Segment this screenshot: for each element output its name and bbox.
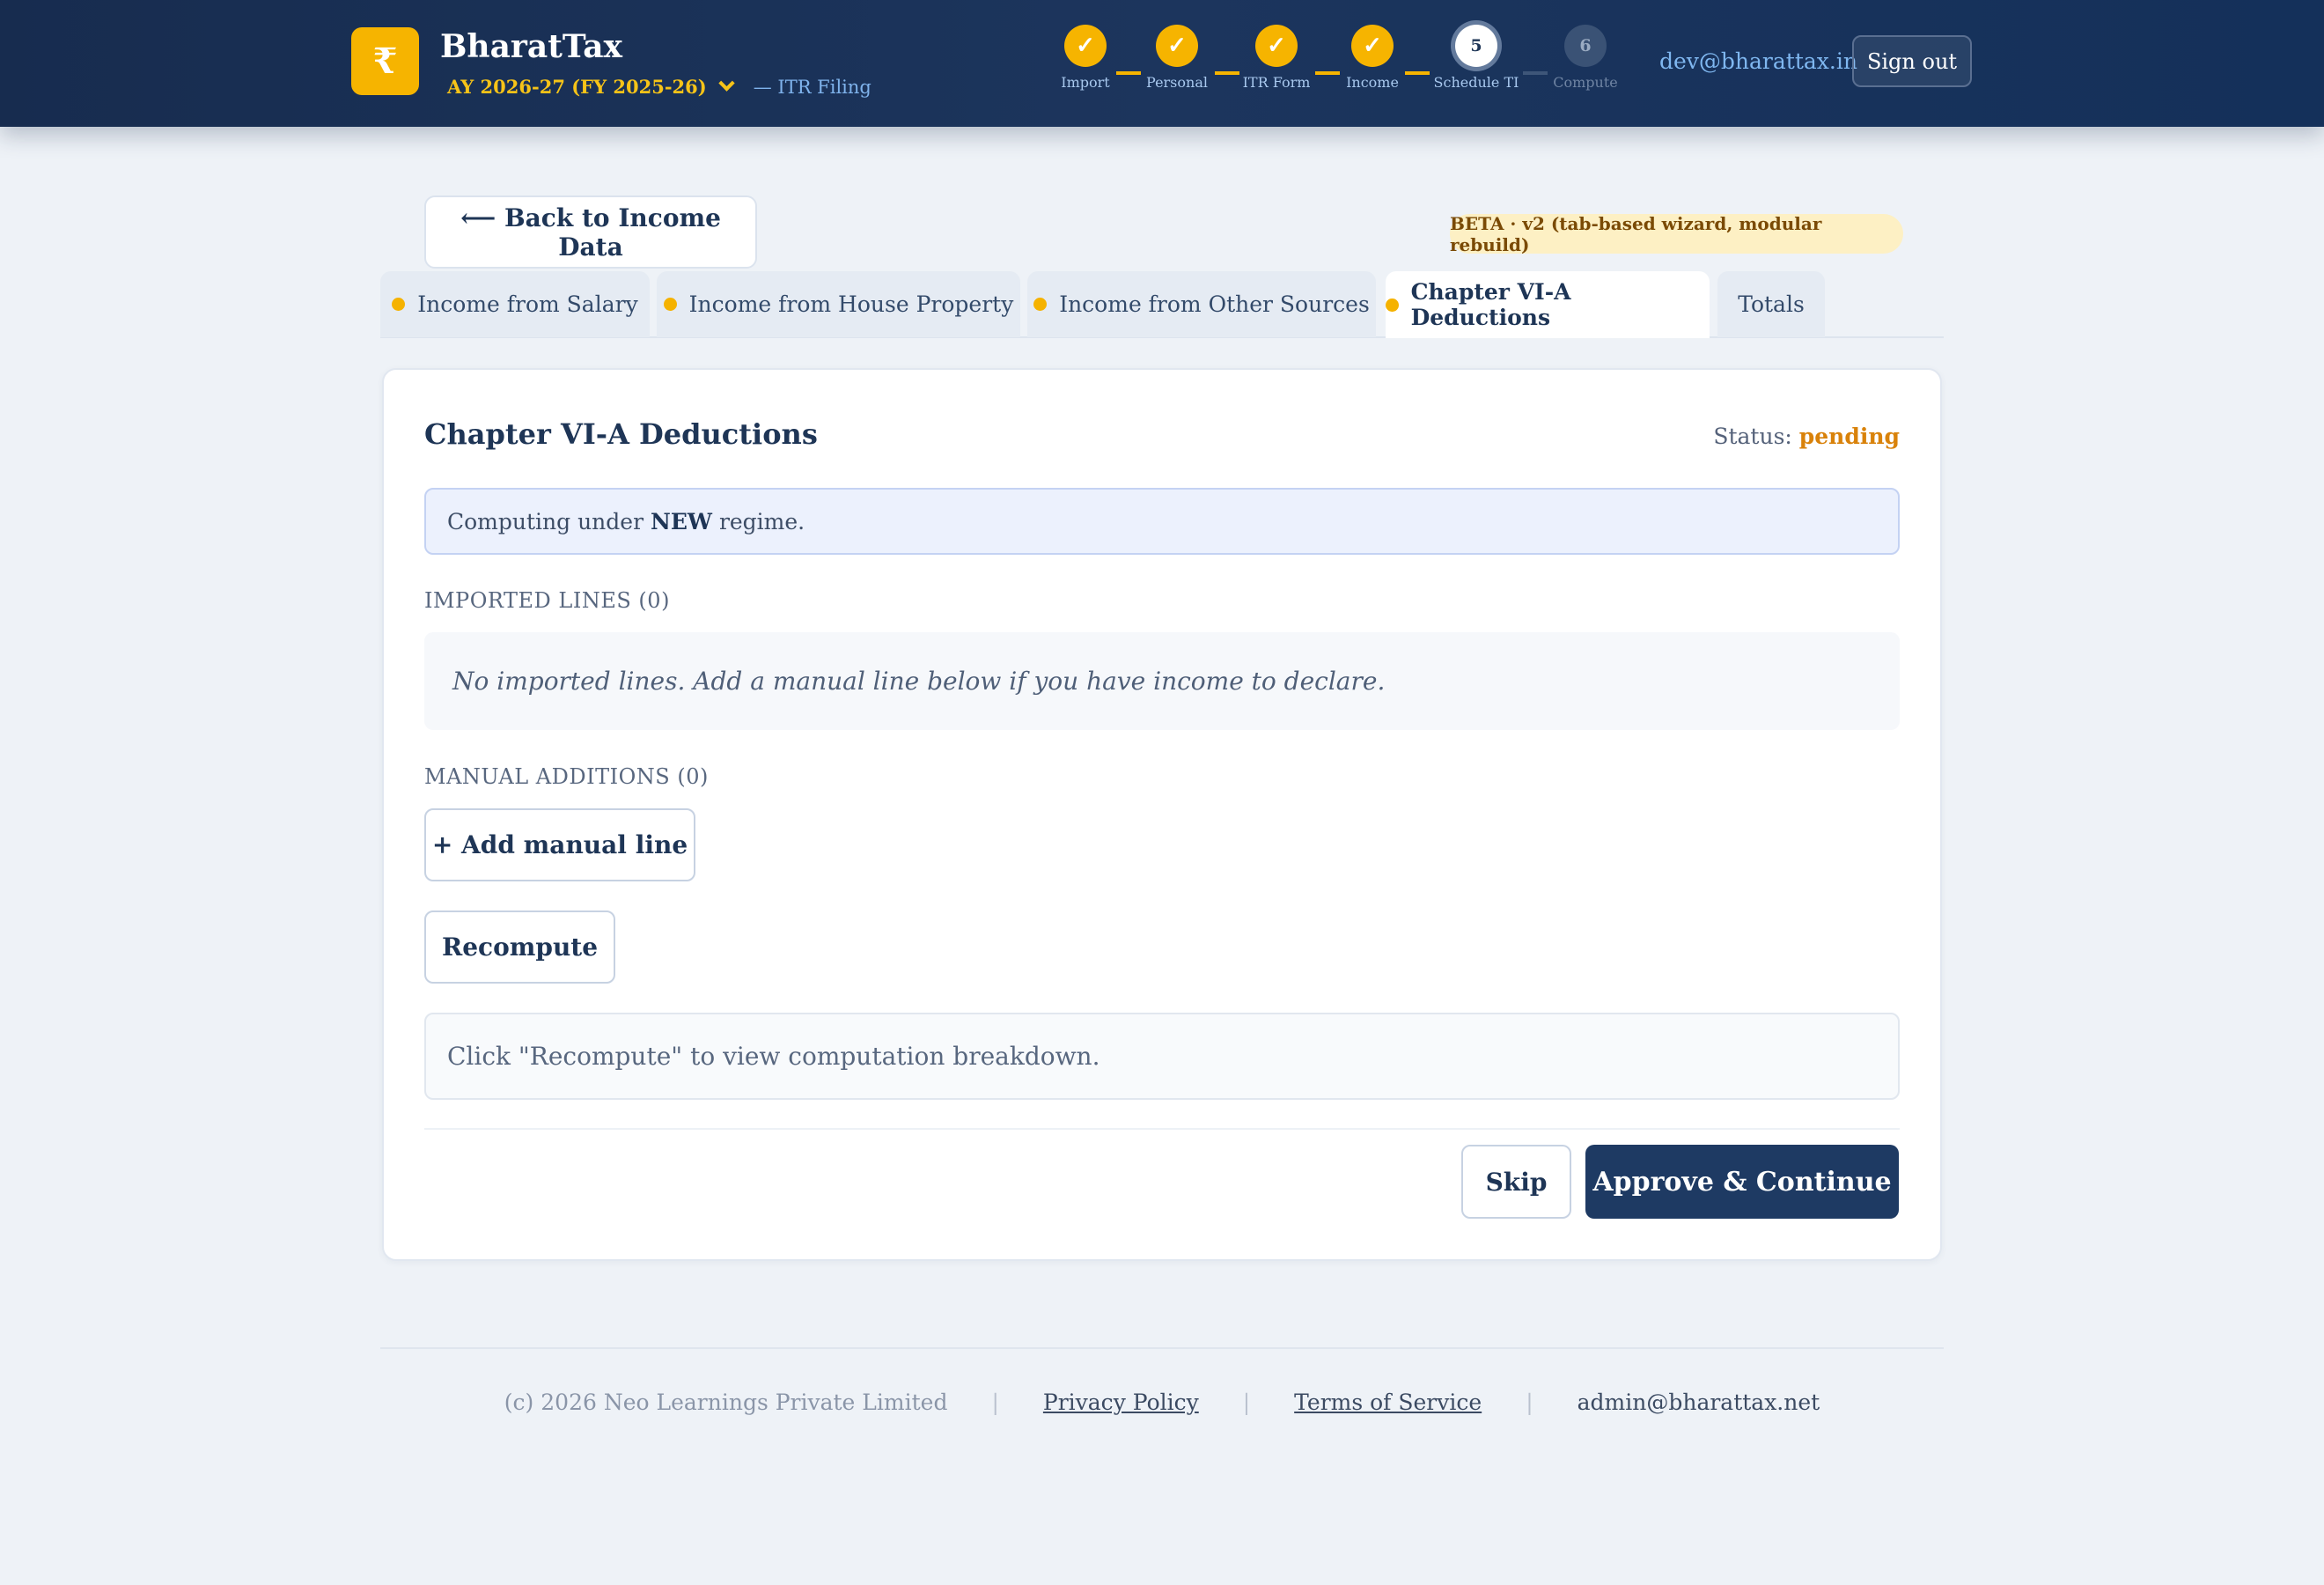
tab-income-salary[interactable]: Income from Salary [380, 271, 650, 337]
tab-label: Income from Other Sources [1059, 291, 1370, 317]
step-itr-form[interactable]: ✓ ITR Form [1224, 25, 1329, 91]
regime-notice: Computing under NEW regime. [424, 488, 1900, 555]
footer-divider [380, 1347, 1944, 1349]
step-label: Compute [1553, 74, 1618, 91]
status-dot-icon [392, 298, 406, 311]
step-label: ITR Form [1242, 74, 1311, 91]
step-number: 5 [1455, 25, 1497, 67]
step-import[interactable]: ✓ Import [1033, 25, 1138, 91]
section-title: Chapter VI-A Deductions [424, 417, 818, 451]
imported-lines-heading: IMPORTED LINES (0) [424, 588, 670, 613]
footer-separator: | [1242, 1390, 1251, 1415]
checkmark-icon: ✓ [1255, 25, 1298, 67]
status-badge: pending [1798, 424, 1900, 449]
step-income[interactable]: ✓ Income [1320, 25, 1425, 91]
skip-button[interactable]: Skip [1461, 1145, 1571, 1219]
sign-out-button[interactable]: Sign out [1852, 35, 1972, 87]
tab-label: Chapter VI-A Deductions [1410, 279, 1571, 330]
tab-label: Totals [1738, 291, 1805, 317]
status-dot-icon [1033, 298, 1048, 311]
recompute-button[interactable]: Recompute [424, 910, 615, 984]
imported-lines-empty-state: No imported lines. Add a manual line bel… [424, 632, 1900, 730]
approve-continue-button[interactable]: Approve & Continue [1585, 1145, 1899, 1219]
privacy-policy-link[interactable]: Privacy Policy [1043, 1390, 1199, 1415]
footer: (c) 2026 Neo Learnings Private Limited |… [0, 1390, 2324, 1415]
tab-label: Income from Salary [417, 291, 638, 317]
step-schedule-ti[interactable]: 5 Schedule TI [1423, 25, 1529, 91]
status-indicator: Status: pending [1713, 424, 1900, 449]
tab-chapter-via-deductions[interactable]: Chapter VI-A Deductions [1386, 271, 1710, 338]
regime-suffix: regime. [718, 508, 805, 534]
checkmark-icon: ✓ [1064, 25, 1107, 67]
user-email: dev@bharattax.in [1659, 48, 1857, 74]
status-label: Status: [1713, 424, 1792, 449]
regime-prefix: Computing under [447, 508, 644, 534]
top-header: ₹ BharatTax AY 2026-27 (FY 2025-26) — IT… [0, 0, 2324, 127]
footer-separator: | [991, 1390, 999, 1415]
step-number: 6 [1564, 25, 1607, 67]
progress-stepper: ✓ Import ✓ Personal ✓ ITR Form ✓ Income … [0, 25, 2324, 95]
copyright-text: (c) 2026 Neo Learnings Private Limited [504, 1390, 948, 1415]
back-to-income-button[interactable]: ⟵ Back to Income Data [424, 195, 757, 269]
card-divider [424, 1128, 1900, 1130]
add-manual-line-button[interactable]: + Add manual line [424, 808, 695, 881]
regime-value: NEW [651, 508, 712, 534]
status-dot-icon [1386, 298, 1399, 312]
beta-badge: BETA · v2 (tab-based wizard, modular reb… [1450, 213, 1903, 255]
terms-of-service-link[interactable]: Terms of Service [1294, 1390, 1482, 1415]
status-dot-icon [663, 298, 677, 311]
manual-additions-heading: MANUAL ADDITIONS (0) [424, 764, 709, 789]
step-label: Income [1346, 74, 1399, 91]
checkmark-icon: ✓ [1156, 25, 1198, 67]
footer-separator: | [1526, 1390, 1533, 1415]
step-personal[interactable]: ✓ Personal [1124, 25, 1230, 91]
step-label: Import [1061, 74, 1110, 91]
tab-label: Income from House Property [688, 291, 1014, 317]
computation-breakdown-placeholder: Click "Recompute" to view computation br… [424, 1013, 1900, 1100]
tab-totals[interactable]: Totals [1717, 271, 1825, 337]
tab-house-property[interactable]: Income from House Property [657, 271, 1020, 337]
step-label: Personal [1146, 74, 1208, 91]
step-label: Schedule TI [1433, 74, 1519, 91]
step-compute: 6 Compute [1533, 25, 1638, 91]
tab-other-sources[interactable]: Income from Other Sources [1027, 271, 1376, 337]
contact-email: admin@bharattax.net [1577, 1390, 1820, 1415]
checkmark-icon: ✓ [1351, 25, 1394, 67]
